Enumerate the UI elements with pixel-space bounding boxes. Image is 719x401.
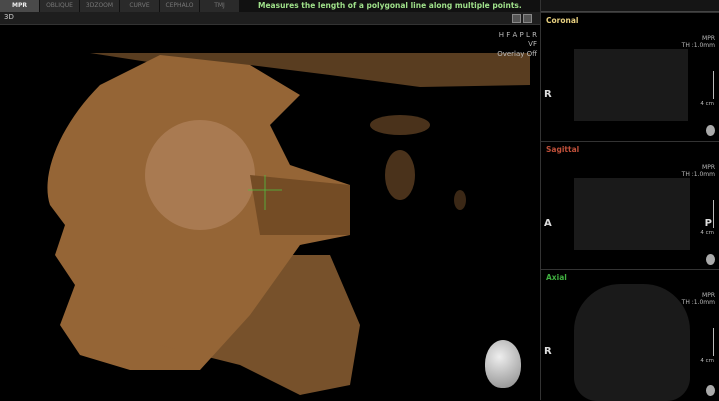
tool-hint: Measures the length of a polygonal line …: [258, 1, 522, 10]
tab-mpr[interactable]: MPR: [0, 0, 40, 12]
view-3d-title: 3D: [4, 13, 14, 21]
head-orientation-icon[interactable]: [485, 340, 521, 388]
coronal-title: Coronal: [546, 16, 579, 25]
axial-panel[interactable]: Axial MPR TH :1.0mm R 4 cm: [541, 269, 719, 401]
scale-bar: [706, 71, 714, 99]
tab-3dzoom[interactable]: 3DZOOM: [80, 0, 120, 12]
sagittal-title: Sagittal: [546, 145, 580, 154]
mode-label: MPR: [702, 35, 715, 42]
scale-label: 4 cm: [700, 101, 714, 107]
layout-icon[interactable]: [512, 14, 521, 23]
sagittal-image: [574, 178, 690, 250]
sagittal-panel[interactable]: Sagittal MPR TH :1.0mm A P 4 cm: [541, 141, 719, 269]
view-3d-header: 3D: [0, 12, 540, 25]
scale-bar: [706, 200, 714, 228]
thickness-label: TH :1.0mm: [681, 42, 715, 49]
tab-tmj[interactable]: TMJ: [200, 0, 240, 12]
tab-oblique[interactable]: OBLIQUE: [40, 0, 80, 12]
view-3d-viewport[interactable]: H F A P L R VF Overlay Off: [0, 25, 540, 400]
maximize-icon[interactable]: [523, 14, 532, 23]
mode-label: MPR: [702, 164, 715, 171]
orientation-label: R: [544, 89, 552, 100]
scale-bar: [706, 328, 714, 356]
axial-image: [574, 284, 690, 401]
orientation-labels: H F A P L R: [498, 31, 537, 39]
mode-label: MPR: [702, 292, 715, 299]
head-icon[interactable]: [706, 254, 715, 265]
orientation-label: R: [544, 346, 552, 357]
overlay-toggle[interactable]: Overlay Off: [497, 50, 537, 58]
coronal-image: [574, 49, 688, 121]
mpr-panels: Coronal MPR TH :1.0mm R 4 cm Sagittal MPR…: [540, 0, 719, 401]
head-icon[interactable]: [706, 125, 715, 136]
thickness-label: TH :1.0mm: [681, 171, 715, 178]
scale-label: 4 cm: [700, 230, 714, 236]
tab-cephalo[interactable]: CEPHALO: [160, 0, 200, 12]
head-icon[interactable]: [706, 385, 715, 396]
scale-label: 4 cm: [700, 358, 714, 364]
orientation-label: A: [544, 218, 552, 229]
coronal-panel[interactable]: Coronal MPR TH :1.0mm R 4 cm: [541, 12, 719, 141]
vf-label: VF: [528, 40, 537, 48]
axial-title: Axial: [546, 273, 567, 282]
volume-render: [47, 53, 530, 395]
thickness-label: TH :1.0mm: [681, 299, 715, 306]
tab-curve[interactable]: CURVE: [120, 0, 160, 12]
